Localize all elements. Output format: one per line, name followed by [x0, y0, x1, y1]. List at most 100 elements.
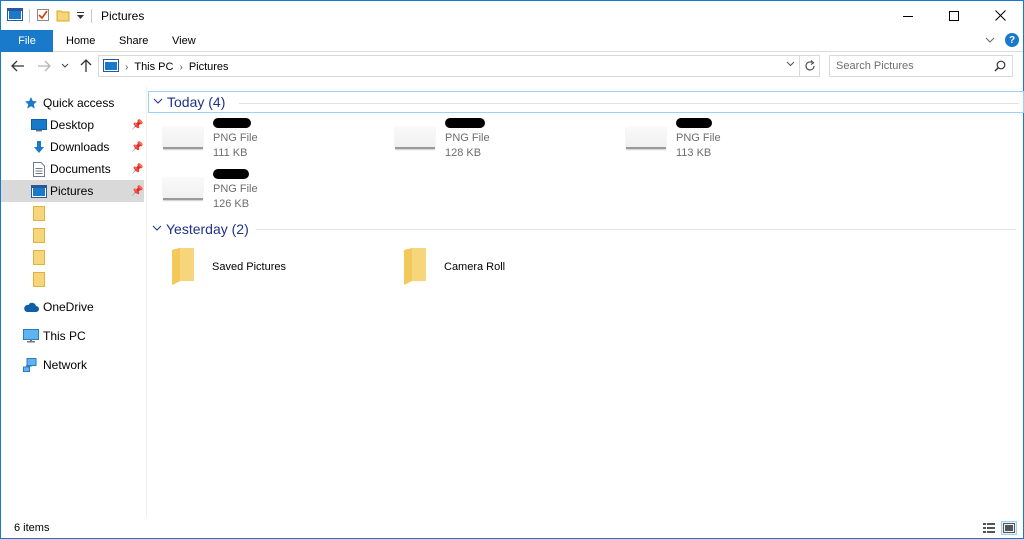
search-input[interactable]: [836, 59, 986, 73]
file-type: PNG File: [676, 132, 721, 144]
quick-access-toolbar: [7, 7, 98, 25]
folder-item[interactable]: Saved Pictures: [148, 247, 368, 293]
close-icon: [994, 10, 1006, 21]
file-size: 126 KB: [213, 198, 250, 210]
breadcrumb: › This PC › Pictures: [103, 59, 229, 75]
address-row: › This PC › Pictures: [1, 53, 1023, 80]
item-count: 6 items: [14, 522, 50, 534]
nav-item-this-pc[interactable]: This PC: [1, 325, 144, 347]
nav-item-label: Pictures: [50, 184, 94, 198]
address-dropdown-button[interactable]: [786, 59, 795, 70]
nav-item-label: OneDrive: [43, 300, 94, 314]
nav-item-label: Desktop: [50, 118, 95, 132]
nav-item-onedrive[interactable]: OneDrive: [1, 296, 144, 318]
file-thumbnail: [395, 126, 435, 149]
explorer-window: Pictures File Home Share View ? › This P…: [0, 0, 1024, 539]
file-item[interactable]: PNG File 126 KB: [163, 169, 383, 215]
recent-locations-button[interactable]: [59, 57, 71, 75]
file-type: PNG File: [445, 132, 490, 144]
computer-icon: [23, 328, 39, 344]
nav-item-label: Documents: [50, 162, 111, 176]
tab-file[interactable]: File: [1, 30, 53, 52]
pictures-location-icon: [103, 59, 119, 75]
properties-icon[interactable]: [36, 8, 50, 25]
back-button[interactable]: [9, 57, 27, 75]
close-button[interactable]: [977, 1, 1023, 30]
address-bar[interactable]: › This PC › Pictures: [98, 55, 800, 77]
nav-item-downloads[interactable]: Downloads 📌: [1, 136, 144, 158]
chevron-down-icon: [61, 63, 69, 68]
search-box[interactable]: [829, 55, 1013, 77]
pin-icon[interactable]: 📌: [131, 142, 143, 153]
nav-item-quick-access[interactable]: Quick access: [1, 92, 144, 114]
pin-icon[interactable]: 📌: [131, 120, 143, 131]
large-icons-view-button[interactable]: [1001, 521, 1017, 535]
pane-divider[interactable]: [146, 87, 147, 517]
file-item[interactable]: PNG File 113 KB: [626, 118, 846, 164]
details-view-button[interactable]: [981, 521, 997, 535]
nav-item-folder[interactable]: [1, 224, 144, 246]
folder-icon: [172, 248, 194, 285]
tab-view[interactable]: View: [172, 30, 196, 52]
folder-item[interactable]: Camera Roll: [380, 247, 600, 293]
desktop-icon: [31, 117, 47, 133]
folder-icon: [31, 227, 47, 243]
ribbon-tabs: File Home Share View ?: [1, 30, 1023, 52]
customize-qat-icon[interactable]: [76, 9, 85, 23]
up-button[interactable]: [77, 57, 95, 75]
star-icon: [23, 95, 39, 111]
network-icon: [23, 357, 39, 373]
breadcrumb-separator-icon[interactable]: ›: [125, 62, 128, 73]
group-header-today[interactable]: Today (4): [148, 91, 1024, 113]
tab-home[interactable]: Home: [66, 30, 95, 52]
file-item[interactable]: PNG File 128 KB: [395, 118, 615, 164]
minimize-button[interactable]: [885, 1, 931, 30]
group-divider: [239, 103, 1019, 104]
redacted-filename: [445, 118, 485, 128]
title-bar[interactable]: Pictures: [1, 1, 1023, 30]
folder-icon: [31, 249, 47, 265]
nav-item-label: Network: [43, 358, 88, 372]
ribbon-right-controls: ?: [985, 33, 1019, 47]
nav-item-folder[interactable]: [1, 268, 144, 290]
back-arrow-icon: [11, 60, 24, 72]
expand-ribbon-icon[interactable]: [985, 33, 995, 47]
window-icon[interactable]: [7, 7, 23, 25]
nav-item-network[interactable]: Network: [1, 354, 144, 376]
redacted-filename: [213, 169, 249, 179]
nav-item-label: Downloads: [50, 140, 110, 154]
search-icon[interactable]: [994, 60, 1006, 72]
file-thumbnail: [163, 126, 203, 149]
maximize-icon: [949, 10, 959, 21]
file-list: Today (4) PNG File 111 KB PNG File 128 K…: [148, 87, 1024, 515]
file-type: PNG File: [213, 132, 258, 144]
nav-item-desktop[interactable]: Desktop 📌: [1, 114, 144, 136]
group-divider: [256, 229, 1016, 230]
qat-separator: [91, 9, 92, 23]
file-size: 111 KB: [213, 147, 248, 159]
tab-share[interactable]: Share: [119, 30, 148, 52]
nav-item-folder[interactable]: [1, 246, 144, 268]
refresh-button[interactable]: [800, 55, 820, 77]
qat-separator: [29, 9, 30, 23]
maximize-button[interactable]: [931, 1, 977, 30]
pin-icon[interactable]: 📌: [131, 164, 143, 175]
pin-icon[interactable]: 📌: [131, 186, 143, 197]
forward-button[interactable]: [35, 57, 53, 75]
chevron-down-icon[interactable]: [149, 96, 167, 108]
file-item[interactable]: PNG File 111 KB: [163, 118, 383, 164]
breadcrumb-separator-icon[interactable]: ›: [179, 62, 182, 73]
nav-item-documents[interactable]: Documents 📌: [1, 158, 144, 180]
nav-item-folder[interactable]: [1, 202, 144, 224]
breadcrumb-this-pc[interactable]: This PC: [134, 61, 173, 73]
group-label: Yesterday (2): [166, 221, 249, 237]
nav-item-pictures[interactable]: Pictures 📌: [1, 180, 144, 202]
chevron-down-icon[interactable]: [148, 223, 166, 235]
new-folder-icon[interactable]: [56, 8, 70, 25]
breadcrumb-pictures[interactable]: Pictures: [189, 61, 229, 73]
help-icon[interactable]: ?: [1005, 33, 1019, 47]
status-bar: 6 items: [1, 517, 1023, 539]
forward-arrow-icon: [38, 60, 51, 72]
file-size: 128 KB: [445, 147, 482, 159]
group-header-yesterday[interactable]: Yesterday (2): [148, 218, 1024, 240]
